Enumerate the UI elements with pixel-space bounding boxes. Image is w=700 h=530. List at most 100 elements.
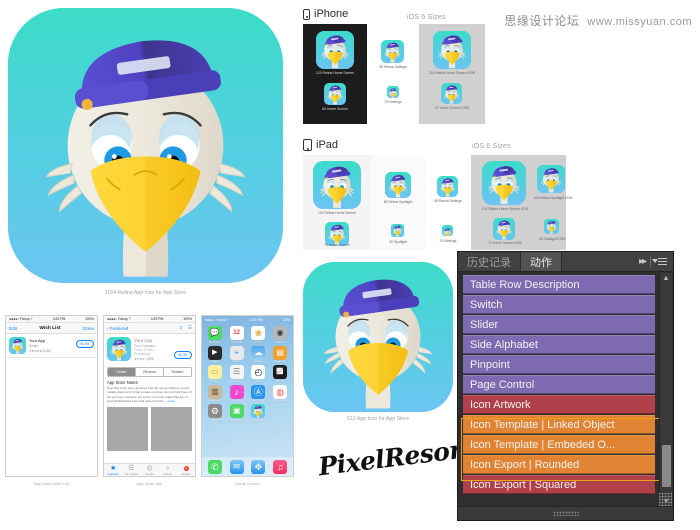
home-app[interactable]: ♪ iTunes Store	[227, 384, 247, 402]
iphone-label-text: iPhone	[314, 8, 349, 20]
icon-tile	[313, 161, 361, 209]
tab-bar[interactable]: ★Featured ☰Top Charts ◎Nearby ⌕Search ⤓U…	[104, 463, 195, 476]
home-app[interactable]: Your app	[249, 404, 269, 422]
home-app[interactable]: ▤ Passbook	[270, 345, 290, 363]
tab-nearby[interactable]: ◎ Nearby	[140, 465, 158, 476]
scroll-up-icon[interactable]: ▲	[660, 273, 672, 283]
icon-tile-caption: 114 Retina Home Screen iOS6	[428, 71, 476, 75]
icon-tile	[493, 218, 515, 240]
action-row-selected[interactable]: Icon Export | Rounded	[463, 455, 655, 474]
back-button[interactable]: ‹ Featured	[107, 326, 128, 331]
segment-related[interactable]: Related	[164, 368, 191, 376]
status-battery: 100%	[85, 317, 94, 321]
action-row[interactable]: Slider	[463, 315, 655, 334]
done-button[interactable]: Done	[83, 326, 94, 331]
messages-icon: 💬	[207, 326, 222, 340]
icon-tile	[387, 86, 399, 98]
icon-tile-caption: 80 Retina Spotlight	[383, 200, 413, 204]
home-app[interactable]: 📈 Stocks	[270, 365, 290, 383]
share-icon[interactable]: ⇧	[179, 325, 183, 331]
home-app[interactable]: 12 Calendar	[227, 326, 247, 344]
facetime-icon: ▣	[229, 404, 244, 419]
tab-topcharts[interactable]: ☰ Top Charts	[122, 465, 140, 476]
list-item[interactable]: Your App Health ★★★★★ (1,234) $1.99	[6, 334, 97, 358]
segment-details[interactable]: Details	[108, 368, 136, 376]
panel-scrollbar[interactable]: ▲ ▼	[659, 273, 672, 506]
action-row[interactable]: Switch	[463, 295, 655, 314]
action-row[interactable]: Page Control	[463, 375, 655, 394]
notes-more-link[interactable]: …more	[164, 399, 174, 403]
iphone-ios6-label: iOS 6 Sizes	[407, 14, 446, 21]
status-carrier: ●●●●○ Fanup ᛘ	[107, 317, 131, 321]
panel-resize-grip[interactable]	[659, 493, 672, 506]
mail-icon[interactable]: ✉	[229, 459, 244, 474]
action-row[interactable]: Icon Artwork	[463, 395, 655, 414]
icon-tile-caption: 100 Retina Spotlight iOS6	[533, 196, 573, 200]
music-icon[interactable]: ♫	[273, 459, 288, 474]
tab-featured[interactable]: ★ Featured	[104, 465, 122, 476]
edit-button[interactable]: Edit	[9, 326, 17, 331]
double-chevron-right-icon[interactable]: ▸▸	[639, 256, 647, 267]
price-button[interactable]: $1.99	[75, 340, 94, 348]
home-app[interactable]: ▭ Notes	[205, 365, 225, 383]
mockup-homescreen: ●●●●○ Fanup ᛘ 4:20 PM 42% 💬 Messages 12 Ca…	[201, 315, 294, 477]
status-time: 4:20 PM	[150, 317, 164, 321]
icon-tile-caption: 60 Home Screen	[322, 107, 348, 111]
tab-actions[interactable]: 动作	[521, 252, 562, 271]
photoshop-actions-panel: 历史记录 动作 ▸▸ Table Row Description Switch …	[457, 251, 674, 521]
action-row-selected[interactable]: Icon Template | Linked Object	[463, 415, 655, 434]
home-app[interactable]: ◍ Game Center	[270, 384, 290, 402]
action-row[interactable]: Icon Export | Squared	[463, 475, 655, 494]
iphone-white-panel	[367, 24, 419, 124]
calendar-icon: 12	[229, 326, 244, 340]
app-name: Your App	[134, 338, 153, 343]
menu-icon[interactable]: ☰	[188, 325, 192, 331]
watermark: 思缘设计论坛 www.missyuan.com	[504, 12, 692, 29]
action-row[interactable]: Table Row Description	[463, 275, 655, 294]
tab-search[interactable]: ⌕ Search	[159, 465, 177, 476]
iphone-icon	[303, 8, 310, 20]
action-row[interactable]: Side Alphabet	[463, 335, 655, 354]
canvas: 思缘设计论坛 www.missyuan.com 1024 Retina App …	[0, 0, 700, 530]
home-app[interactable]: Ⓐ App Store	[249, 384, 269, 402]
pin-icon: ◎	[146, 464, 153, 472]
home-app[interactable]: ☰ Reminders	[227, 365, 247, 383]
home-app[interactable]: ⌖ Maps	[227, 345, 247, 363]
notes-text: Now this is the story all about how My l…	[107, 386, 192, 404]
home-app[interactable]: ▶ Videos	[205, 345, 225, 363]
home-app[interactable]: ▣ FaceTime	[227, 404, 247, 422]
status-bar: ●●●●○ Fanup ᛘ 4:20 PM 100%	[6, 316, 97, 323]
app-icon-medium-caption: 512 App Icon for App Store	[346, 416, 409, 422]
page-dots: •••	[244, 423, 251, 428]
scrollbar-thumb[interactable]	[662, 445, 671, 487]
safari-icon[interactable]: ✥	[251, 459, 266, 474]
app-company[interactable]: Your Company ›	[134, 344, 171, 348]
home-app[interactable]: ◉ Camera	[270, 326, 290, 344]
home-app[interactable]: ☁ Weather	[249, 345, 269, 363]
tab-updates[interactable]: ⤓Updates2	[177, 465, 195, 476]
phone-icon[interactable]: ✆	[207, 459, 222, 474]
section-label-ipad: iPad	[303, 139, 338, 151]
notes-icon: ▭	[207, 365, 222, 380]
segment-reviews[interactable]: Reviews	[136, 368, 164, 376]
status-time: 4:20 PM	[249, 317, 263, 322]
app-category: Photo & Video, Productivity	[134, 348, 156, 356]
price-button[interactable]: $1.99	[173, 351, 192, 359]
panel-menu-icon[interactable]	[652, 257, 667, 266]
actions-list[interactable]: Table Row Description Switch Slider Side…	[458, 272, 659, 506]
action-row-selected[interactable]: Icon Template | Embeded O...	[463, 435, 655, 454]
tab-history[interactable]: 历史记录	[458, 252, 521, 271]
search-icon: ⌕	[165, 464, 170, 472]
status-carrier: ●●●●○ Fanup ᛘ	[205, 317, 229, 322]
home-app[interactable]: 💬 Messages	[205, 326, 225, 344]
tab-spacer	[562, 252, 633, 271]
home-app[interactable]: ⚙ Settings	[205, 404, 225, 422]
home-app[interactable]: ◴ Clock	[249, 365, 269, 383]
action-row[interactable]: Pinpoint	[463, 355, 655, 374]
home-screen: ●●●●○ Fanup ᛘ 4:20 PM 42% 💬 Messages 12 Ca…	[202, 316, 293, 476]
home-app[interactable]: ❀ Photos	[249, 326, 269, 344]
home-app-empty	[270, 404, 290, 422]
mockup-caption: App Store App	[136, 481, 163, 486]
segmented-control[interactable]: Details Reviews Related	[107, 367, 192, 377]
home-app[interactable]: ▥ Newsstand	[205, 384, 225, 402]
